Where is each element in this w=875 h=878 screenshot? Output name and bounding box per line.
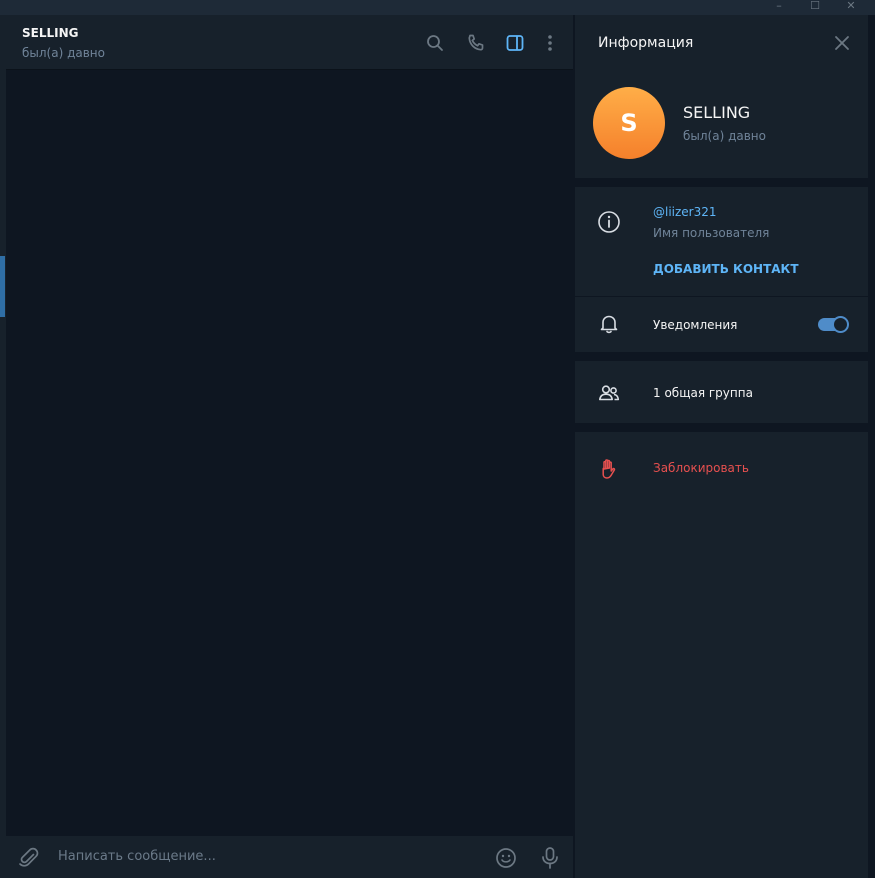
- active-indicator: [0, 256, 5, 317]
- row-separator: [575, 296, 868, 297]
- message-input[interactable]: Написать сообщение...: [58, 849, 216, 864]
- attach-icon[interactable]: [18, 847, 40, 869]
- maximize-button[interactable]: ☐: [801, 0, 829, 15]
- chat-title[interactable]: SELLING: [22, 26, 79, 40]
- chat-panel: SELLING был(а) давно Написать сообщение.…: [6, 15, 573, 878]
- info-icon: [598, 211, 620, 233]
- info-title: Информация: [598, 35, 694, 51]
- add-contact-button[interactable]: ДОБАВИТЬ КОНТАКТ: [653, 262, 799, 276]
- profile-name: SELLING: [683, 103, 751, 122]
- bell-icon: [600, 315, 618, 334]
- phone-icon[interactable]: [466, 33, 486, 53]
- info-panel: Информация S SELLING был(а) давно @liize…: [575, 15, 868, 878]
- common-groups[interactable]: 1 общая группа: [653, 386, 753, 400]
- section-separator: [575, 352, 868, 361]
- username[interactable]: @liizer321: [653, 205, 717, 219]
- chat-header[interactable]: SELLING был(а) давно: [6, 15, 573, 70]
- microphone-icon[interactable]: [539, 846, 561, 870]
- close-icon[interactable]: [833, 34, 851, 52]
- profile-status: был(а) давно: [683, 129, 766, 143]
- username-label: Имя пользователя: [653, 226, 770, 240]
- sidebar-toggle-icon[interactable]: [505, 33, 525, 53]
- notifications-label: Уведомления: [653, 318, 738, 332]
- right-edge: [868, 15, 875, 878]
- search-icon[interactable]: [425, 33, 445, 53]
- message-composer: Написать сообщение...: [6, 836, 573, 878]
- minimize-button[interactable]: –: [765, 0, 793, 15]
- group-icon: [599, 385, 620, 401]
- chat-status: был(а) давно: [22, 46, 105, 60]
- notifications-toggle[interactable]: [818, 316, 849, 333]
- emoji-icon[interactable]: [495, 847, 517, 869]
- window-titlebar: – ☐ ✕: [0, 0, 875, 15]
- block-hand-icon: [602, 459, 616, 479]
- avatar[interactable]: S: [593, 87, 665, 159]
- section-separator: [575, 178, 868, 187]
- section-separator: [575, 423, 868, 432]
- close-window-button[interactable]: ✕: [837, 0, 865, 15]
- more-icon[interactable]: [540, 33, 560, 53]
- block-user-button[interactable]: Заблокировать: [653, 461, 749, 475]
- toggle-knob: [832, 316, 849, 333]
